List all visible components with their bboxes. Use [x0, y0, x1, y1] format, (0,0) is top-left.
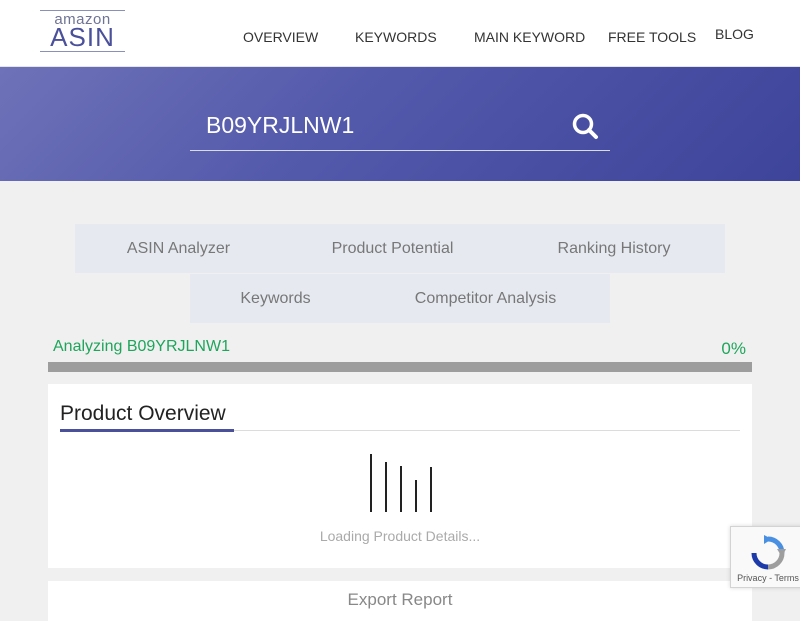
- site-header: amazon ASIN OVERVIEW KEYWORDS MAIN KEYWO…: [0, 0, 800, 67]
- nav-overview[interactable]: OVERVIEW: [243, 29, 318, 45]
- loading-bar: [370, 454, 372, 512]
- progress-percent: 0%: [721, 339, 746, 358]
- recaptcha-links: Privacy - Terms: [731, 573, 800, 583]
- nav-keywords[interactable]: KEYWORDS: [355, 29, 437, 45]
- loading-bar: [400, 466, 402, 512]
- search-hero: [0, 67, 800, 181]
- recaptcha-terms-link[interactable]: Terms: [774, 573, 799, 583]
- loading-spinner: [368, 452, 438, 512]
- analyzing-status: Analyzing B09YRJLNW1: [53, 338, 230, 355]
- recaptcha-privacy-link[interactable]: Privacy: [737, 573, 767, 583]
- search-button[interactable]: [571, 112, 601, 140]
- nav-main-keyword[interactable]: MAIN KEYWORD: [474, 29, 585, 45]
- search-icon: [572, 113, 598, 139]
- logo[interactable]: amazon ASIN: [40, 9, 126, 53]
- nav-blog[interactable]: BLOG: [715, 26, 754, 42]
- loading-bar: [430, 467, 432, 512]
- title-accent-underline: [60, 429, 234, 432]
- asin-search-input[interactable]: [190, 105, 576, 145]
- search-underline: [190, 150, 610, 151]
- tab-product-potential[interactable]: Product Potential: [282, 224, 503, 273]
- recaptcha-icon: [751, 535, 786, 570]
- loading-bar: [415, 480, 417, 512]
- tab-competitor-analysis[interactable]: Competitor Analysis: [361, 274, 610, 323]
- tab-asin-analyzer[interactable]: ASIN Analyzer: [75, 224, 282, 273]
- tab-ranking-history[interactable]: Ranking History: [503, 224, 725, 273]
- loading-bar: [385, 462, 387, 512]
- tab-keywords[interactable]: Keywords: [190, 274, 361, 323]
- logo-bottom-line: [40, 51, 125, 52]
- recaptcha-badge[interactable]: Privacy - Terms: [730, 526, 800, 588]
- loading-product-details-text: Loading Product Details...: [319, 528, 481, 544]
- export-report-label: Export Report: [347, 590, 453, 609]
- nav-free-tools[interactable]: FREE TOOLS: [608, 29, 696, 45]
- product-overview-card: Product Overview Loading Product Details…: [48, 384, 752, 568]
- product-overview-title: Product Overview: [60, 402, 226, 425]
- logo-main-text: ASIN: [50, 22, 115, 52]
- export-report-card[interactable]: Export Report: [48, 581, 752, 621]
- progress-bar: [48, 362, 752, 372]
